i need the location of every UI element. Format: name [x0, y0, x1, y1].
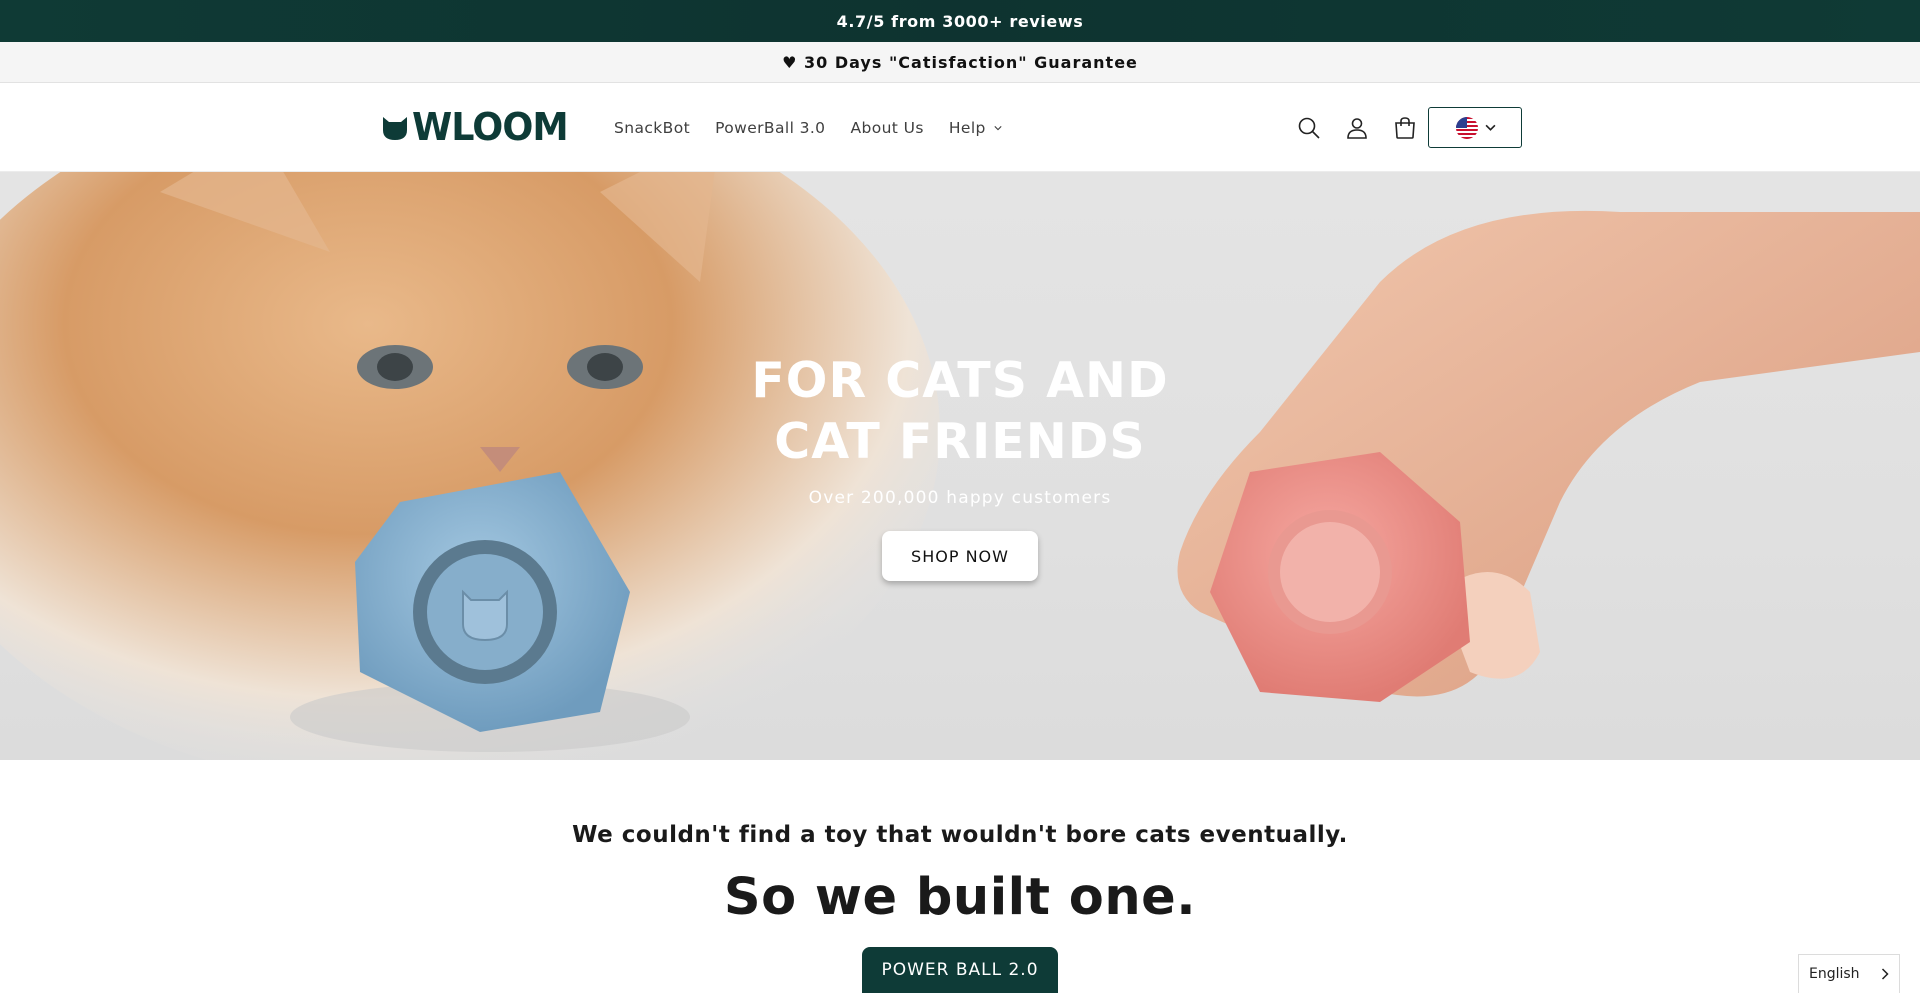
chevron-down-icon — [994, 125, 1002, 130]
language-label: English — [1809, 966, 1860, 982]
announcement-bar: 4.7/5 from 3000+ reviews — [0, 0, 1920, 42]
guarantee-bar: ♥ 30 Days "Catisfaction" Guarantee — [0, 42, 1920, 83]
main-nav: SnackBot PowerBall 3.0 About Us Help — [614, 83, 1002, 172]
logo-link[interactable]: WLOOM — [382, 107, 574, 147]
nav-label: About Us — [850, 118, 924, 137]
announcement-text: 4.7/5 from 3000+ reviews — [836, 11, 1084, 31]
nav-snackbot[interactable]: SnackBot — [614, 119, 690, 137]
nav-powerball[interactable]: PowerBall 3.0 — [715, 119, 825, 137]
nav-label: PowerBall 3.0 — [715, 118, 826, 137]
logo-wordmark: WLOOM — [412, 105, 569, 149]
nav-about-us[interactable]: About Us — [850, 119, 923, 137]
chevron-right-icon — [1881, 968, 1889, 980]
locale-selector[interactable] — [1428, 107, 1522, 148]
cat-logo-icon — [383, 117, 407, 140]
guarantee-text: ♥ 30 Days "Catisfaction" Guarantee — [782, 52, 1138, 72]
nav-label: Help — [948, 118, 986, 137]
hero-banner: FOR CATS AND CAT FRIENDS Over 200,000 ha… — [0, 172, 1920, 760]
nav-label: SnackBot — [614, 118, 691, 137]
us-flag-icon — [1455, 116, 1478, 139]
chevron-down-icon — [1485, 124, 1495, 131]
hero-subtitle: Over 200,000 happy customers — [808, 488, 1112, 508]
language-selector[interactable]: English — [1798, 954, 1900, 993]
shop-now-button[interactable]: SHOP NOW — [882, 531, 1038, 581]
search-icon[interactable] — [1295, 114, 1323, 142]
power-ball-button[interactable]: POWER BALL 2.0 — [862, 947, 1058, 993]
intro-tagline: We couldn't find a toy that wouldn't bor… — [572, 822, 1348, 848]
account-icon[interactable] — [1343, 114, 1371, 142]
intro-headline: So we built one. — [723, 868, 1197, 927]
site-header: WLOOM SnackBot PowerBall 3.0 About Us He… — [0, 83, 1920, 172]
header-icons — [1295, 83, 1419, 172]
hero-content: FOR CATS AND CAT FRIENDS Over 200,000 ha… — [0, 172, 1920, 760]
hero-title: FOR CATS AND CAT FRIENDS — [751, 352, 1169, 470]
intro-section: We couldn't find a toy that wouldn't bor… — [0, 760, 1920, 993]
nav-help[interactable]: Help — [949, 119, 1002, 137]
cart-icon[interactable] — [1391, 114, 1419, 142]
